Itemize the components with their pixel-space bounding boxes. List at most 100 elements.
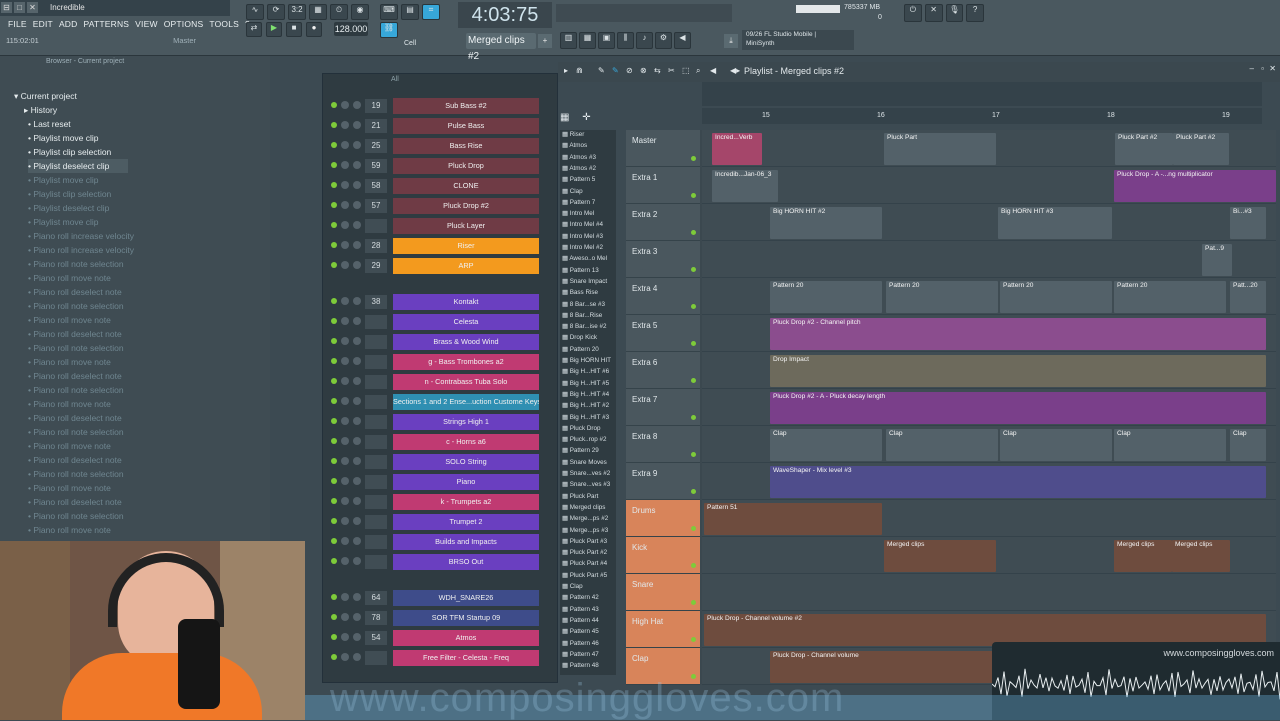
channel-mixer-track[interactable]: [365, 375, 387, 389]
history-entry[interactable]: • Piano roll note selection: [28, 299, 124, 313]
picker-item[interactable]: ▦ Intro Mel #3: [562, 232, 616, 242]
picker-item[interactable]: ▦ Atmos: [562, 141, 616, 151]
channel-mute-led[interactable]: [331, 498, 337, 504]
playlist-clip[interactable]: Merged clips: [1172, 540, 1230, 572]
channel-row[interactable]: 19 Sub Bass #2: [323, 96, 553, 116]
channel-name-button[interactable]: g - Bass Trombones a2: [393, 354, 539, 370]
channel-mixer-track[interactable]: [365, 415, 387, 429]
playlist-clip[interactable]: Pluck Part: [884, 133, 996, 165]
track-header[interactable]: Extra 1: [626, 167, 700, 204]
playlist-clip[interactable]: WaveShaper - Mix level #3: [770, 466, 1266, 498]
channel-mixer-track[interactable]: [365, 651, 387, 665]
channel-row[interactable]: Piano: [323, 472, 553, 492]
channel-mute-led[interactable]: [331, 358, 337, 364]
playlist-clip[interactable]: Big HORN HIT #2: [770, 207, 882, 239]
window-close-icon[interactable]: ✕: [1269, 64, 1276, 73]
channel-row[interactable]: k - Trumpets a2: [323, 492, 553, 512]
select-icon[interactable]: ⬚: [682, 66, 690, 75]
playlist-clip[interactable]: Clap: [770, 429, 882, 461]
channel-volume-knob[interactable]: [353, 121, 361, 129]
playlist-clip[interactable]: Incred...Verb: [712, 133, 762, 165]
history-entry[interactable]: • Piano roll move note: [28, 313, 111, 327]
browser-history-folder[interactable]: ▸ History: [24, 103, 57, 117]
track-header[interactable]: Extra 8: [626, 426, 700, 463]
history-entry[interactable]: • Piano roll deselect note: [28, 453, 122, 467]
picker-item[interactable]: ▦ Pluck Drop: [562, 424, 616, 434]
channel-mute-led[interactable]: [331, 318, 337, 324]
track-header[interactable]: Extra 2: [626, 204, 700, 241]
channel-pan-knob[interactable]: [341, 337, 349, 345]
channel-name-button[interactable]: Sub Bass #2: [393, 98, 539, 114]
cross-icon[interactable]: ✕: [924, 4, 943, 22]
history-entry[interactable]: • Playlist clip selection: [28, 145, 111, 159]
channel-mute-led[interactable]: [331, 558, 337, 564]
channel-mixer-track[interactable]: 28: [365, 239, 387, 253]
picker-item[interactable]: ▦ Pattern 13: [562, 266, 616, 276]
track-header[interactable]: Extra 4: [626, 278, 700, 315]
channel-pan-knob[interactable]: [341, 377, 349, 385]
record-button[interactable]: ●: [306, 22, 322, 37]
channel-mixer-track[interactable]: [365, 335, 387, 349]
track-enable-led[interactable]: [691, 267, 696, 272]
channel-mute-led[interactable]: [331, 222, 337, 228]
channel-mute-led[interactable]: [331, 538, 337, 544]
channel-volume-knob[interactable]: [353, 101, 361, 109]
picker-grid-icon[interactable]: ▦: [560, 112, 569, 123]
loop-icon[interactable]: ⟳: [267, 4, 285, 20]
history-entry[interactable]: • Playlist move clip: [28, 131, 99, 145]
typing-keyboard-icon[interactable]: ⌨: [380, 4, 398, 20]
channel-row[interactable]: 21 Pulse Bass: [323, 116, 553, 136]
track-enable-led[interactable]: [691, 378, 696, 383]
history-entry[interactable]: • Piano roll deselect note: [28, 369, 122, 383]
pattern-selector[interactable]: Merged clips #2: [466, 33, 536, 62]
zoom-icon[interactable]: ⌕: [696, 66, 700, 76]
channel-pan-knob[interactable]: [341, 141, 349, 149]
track-enable-led[interactable]: [691, 341, 696, 346]
picker-item[interactable]: ▦ 8 Bar...se #3: [562, 300, 616, 310]
history-entry[interactable]: • Piano roll note selection: [28, 425, 124, 439]
channel-pan-knob[interactable]: [341, 437, 349, 445]
channel-row[interactable]: Celesta: [323, 312, 553, 332]
track-enable-led[interactable]: [691, 489, 696, 494]
channel-name-button[interactable]: c - Horns a6: [393, 434, 539, 450]
playlist-clip[interactable]: Drop Impact: [770, 355, 1266, 387]
playlist-clip[interactable]: Pattern 20: [1114, 281, 1226, 313]
timeline-ruler[interactable]: 15 16 17 18 19: [702, 108, 1262, 124]
snap-mode-label[interactable]: Cell: [404, 40, 416, 47]
channel-pan-knob[interactable]: [341, 161, 349, 169]
playlist-clip[interactable]: Pat...9: [1202, 244, 1232, 276]
channel-name-button[interactable]: Sections 1 and 2 Ense...uction Custome K…: [393, 394, 539, 410]
channel-name-button[interactable]: SOLO String: [393, 454, 539, 470]
channel-pan-knob[interactable]: [341, 121, 349, 129]
track-header[interactable]: Extra 7: [626, 389, 700, 426]
picker-item[interactable]: ▦ Big H...HIT #6: [562, 367, 616, 377]
channel-pan-knob[interactable]: [341, 261, 349, 269]
picker-item[interactable]: ▦ Merged clips: [562, 503, 616, 513]
channel-volume-knob[interactable]: [353, 593, 361, 601]
channel-row[interactable]: 59 Pluck Drop: [323, 156, 553, 176]
channel-name-button[interactable]: Pluck Layer: [393, 218, 539, 234]
channel-row[interactable]: 29 ARP: [323, 256, 553, 276]
channel-volume-knob[interactable]: [353, 537, 361, 545]
menu-options[interactable]: OPTIONS: [164, 19, 204, 29]
track-header[interactable]: Extra 6: [626, 352, 700, 389]
channel-volume-knob[interactable]: [353, 437, 361, 445]
metronome-icon[interactable]: ⏲: [330, 4, 348, 20]
history-entry[interactable]: • Piano roll deselect note: [28, 285, 122, 299]
channel-pan-knob[interactable]: [341, 557, 349, 565]
channel-row[interactable]: 54 Atmos: [323, 628, 553, 648]
channel-volume-knob[interactable]: [353, 517, 361, 525]
channel-row[interactable]: n - Contrabass Tuba Solo: [323, 372, 553, 392]
history-entry[interactable]: • Piano roll deselect note: [28, 495, 122, 509]
history-entry[interactable]: • Piano roll note selection: [28, 257, 124, 271]
channel-mixer-track[interactable]: 54: [365, 631, 387, 645]
channel-name-button[interactable]: Builds and Impacts: [393, 534, 539, 550]
picker-item[interactable]: ▦ Pattern 20: [562, 345, 616, 355]
channel-row[interactable]: Builds and Impacts: [323, 532, 553, 552]
channel-name-button[interactable]: ARP: [393, 258, 539, 274]
picker-item[interactable]: ▦ Snare Moves: [562, 458, 616, 468]
playlist-clip[interactable]: Pattern 20: [886, 281, 998, 313]
playlist-clip[interactable]: Pluck Drop - A -...ng multiplicator: [1114, 170, 1276, 202]
channel-volume-knob[interactable]: [353, 261, 361, 269]
channel-volume-knob[interactable]: [353, 477, 361, 485]
